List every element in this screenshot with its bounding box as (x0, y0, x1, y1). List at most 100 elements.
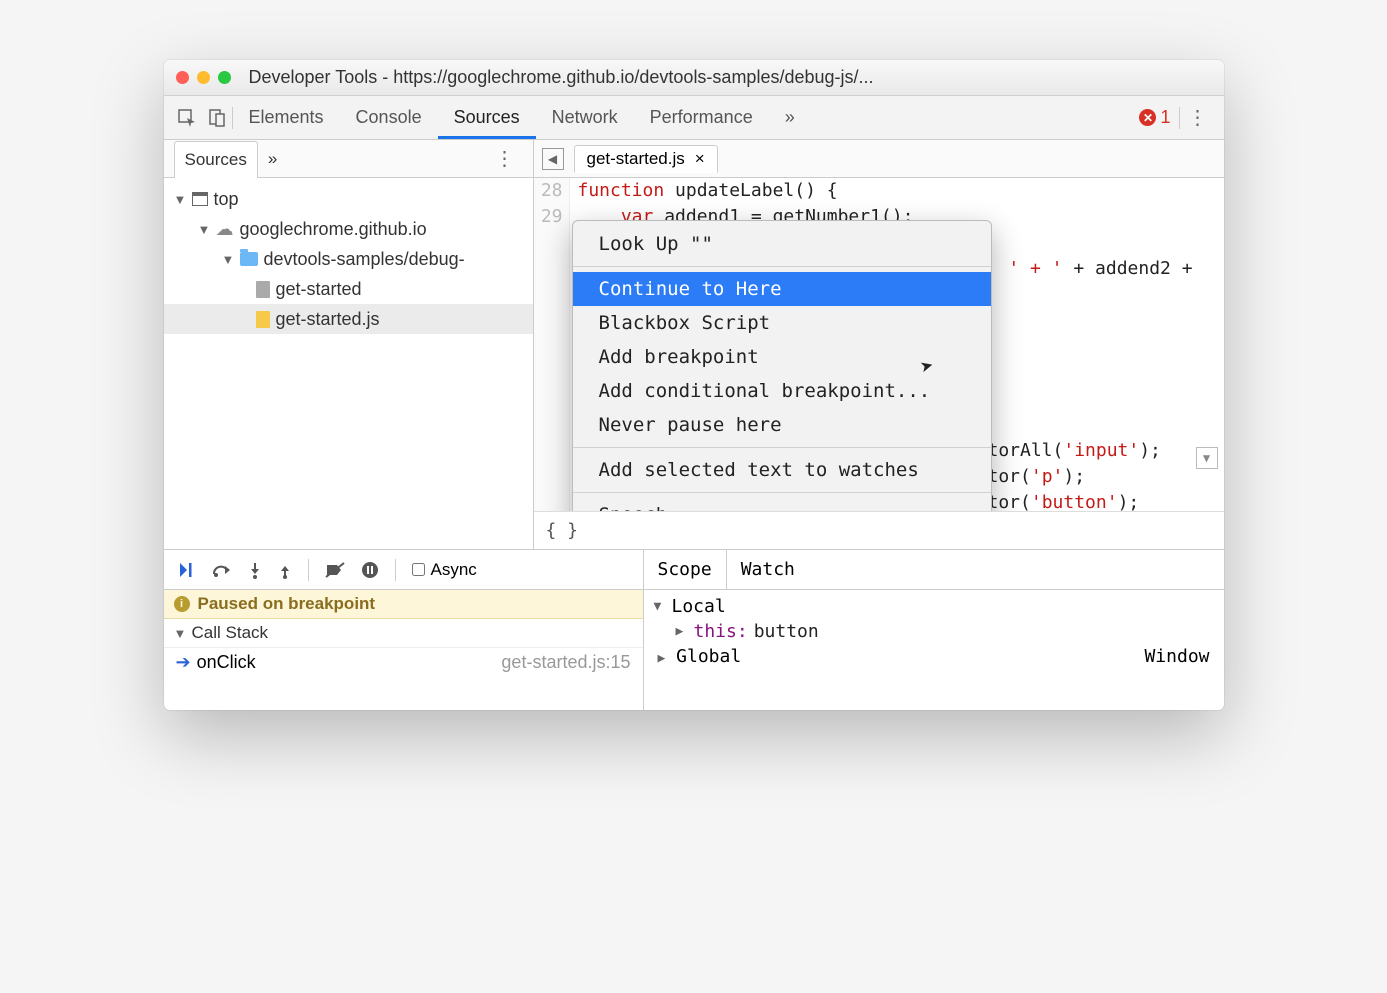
disclosure-triangle-icon[interactable]: ▼ (654, 599, 666, 614)
navigator-tab-sources[interactable]: Sources (174, 141, 258, 178)
scope-pane: Scope Watch ▼ Local ▶ this: button ▶ Glo… (644, 550, 1224, 710)
async-checkbox-input[interactable] (412, 563, 425, 576)
script-icon (256, 311, 270, 328)
window-controls (176, 71, 231, 84)
tab-console[interactable]: Console (340, 96, 438, 139)
disclosure-triangle-icon[interactable]: ▼ (174, 192, 186, 207)
global-value: Window (1144, 646, 1209, 667)
maximize-window-button[interactable] (218, 71, 231, 84)
disclosure-triangle-icon[interactable]: ▶ (676, 624, 688, 639)
tree-label: top (214, 189, 239, 210)
callstack-header[interactable]: ▼ Call Stack (164, 619, 643, 648)
tree-label: googlechrome.github.io (240, 219, 427, 240)
menu-separator (573, 447, 991, 448)
debugger-toolbar: Async (164, 550, 643, 590)
tab-scope[interactable]: Scope (644, 550, 727, 589)
document-icon (256, 281, 270, 298)
devtools-toolbar: Elements Console Sources Network Perform… (164, 96, 1224, 140)
line-number: 28 (534, 178, 563, 204)
tab-watch[interactable]: Watch (727, 550, 809, 589)
editor-tabbar: ◀ get-started.js × (534, 140, 1224, 178)
inspect-element-icon[interactable] (172, 103, 202, 133)
paused-banner: i Paused on breakpoint (164, 590, 643, 619)
scroll-corner-icon[interactable]: ▼ (1196, 447, 1218, 469)
frame-name: onClick (197, 652, 256, 672)
navigator-tabs: Sources » ⋮ (164, 140, 533, 178)
menu-separator (573, 266, 991, 267)
menu-item-lookup[interactable]: Look Up "" (573, 227, 991, 261)
navigator-tabs-overflow[interactable]: » (258, 140, 287, 177)
tree-folder[interactable]: ▼ devtools-samples/debug- (164, 244, 533, 274)
submenu-arrow-icon: ▶ (956, 507, 964, 511)
collapse-navigator-icon[interactable]: ◀ (542, 148, 564, 170)
async-label: Async (431, 560, 477, 580)
cloud-icon: ☁ (216, 219, 234, 240)
step-out-icon[interactable] (278, 561, 292, 579)
minimize-window-button[interactable] (197, 71, 210, 84)
error-indicator[interactable]: ✕ 1 (1139, 107, 1170, 128)
async-checkbox[interactable]: Async (412, 560, 477, 580)
menu-item-add-watch[interactable]: Add selected text to watches (573, 453, 991, 487)
menu-item-speech[interactable]: Speech▶ (573, 498, 991, 511)
more-options-icon[interactable]: ⋮ (1180, 105, 1216, 130)
close-window-button[interactable] (176, 71, 189, 84)
close-tab-icon[interactable]: × (695, 149, 705, 169)
resume-icon[interactable] (178, 561, 196, 579)
editor-file-tab[interactable]: get-started.js × (574, 145, 718, 173)
tree-label: get-started (276, 279, 362, 300)
file-tree: ▼ top ▼ ☁ googlechrome.github.io ▼ devto… (164, 178, 533, 549)
disclosure-triangle-icon[interactable]: ▼ (198, 222, 210, 237)
disclosure-triangle-icon: ▼ (174, 626, 186, 641)
current-frame-arrow-icon: ➔ (176, 652, 191, 672)
file-tab-name: get-started.js (587, 149, 685, 169)
menu-item-continue-here[interactable]: Continue to Here (573, 272, 991, 306)
disclosure-triangle-icon[interactable]: ▶ (658, 651, 666, 666)
disclosure-triangle-icon[interactable]: ▼ (222, 252, 234, 267)
tree-label: devtools-samples/debug- (264, 249, 465, 270)
line-gutter: 28 29 (534, 178, 570, 511)
menu-separator (573, 492, 991, 493)
code-editor[interactable]: 28 29 function updateLabel() { var adden… (534, 178, 1224, 511)
line-number: 29 (534, 204, 563, 230)
tab-elements[interactable]: Elements (233, 96, 340, 139)
scope-this[interactable]: ▶ this: button (654, 619, 1214, 644)
paused-message: Paused on breakpoint (198, 594, 376, 614)
frame-location: get-started.js:15 (501, 652, 630, 673)
menu-item-never-pause[interactable]: Never pause here (573, 408, 991, 442)
debugger-pane: Async i Paused on breakpoint ▼ Call Stac… (164, 550, 644, 710)
scope-tabs: Scope Watch (644, 550, 1224, 590)
devtools-window: Developer Tools - https://googlechrome.g… (164, 60, 1224, 710)
tree-label: get-started.js (276, 309, 380, 330)
callstack-frame[interactable]: ➔ onClick get-started.js:15 (164, 648, 643, 677)
tab-performance[interactable]: Performance (634, 96, 769, 139)
navigator-more-icon[interactable]: ⋮ (487, 146, 523, 171)
navigator-pane: Sources » ⋮ ▼ top ▼ ☁ googlechrome.githu… (164, 140, 534, 549)
scope-global[interactable]: ▶ Global Window (654, 644, 1214, 669)
window-title: Developer Tools - https://googlechrome.g… (249, 67, 1212, 88)
context-menu: Look Up "" Continue to Here Blackbox Scr… (572, 220, 992, 511)
menu-item-blackbox[interactable]: Blackbox Script (573, 306, 991, 340)
editor-pane: ◀ get-started.js × 28 29 function update… (534, 140, 1224, 549)
tab-network[interactable]: Network (536, 96, 634, 139)
deactivate-breakpoints-icon[interactable] (325, 562, 345, 578)
tree-file-html[interactable]: get-started (164, 274, 533, 304)
titlebar: Developer Tools - https://googlechrome.g… (164, 60, 1224, 96)
tree-domain[interactable]: ▼ ☁ googlechrome.github.io (164, 214, 533, 244)
tree-file-js[interactable]: get-started.js (164, 304, 533, 334)
pause-exceptions-icon[interactable] (361, 561, 379, 579)
tabs-overflow[interactable]: » (769, 96, 811, 139)
frame-icon (192, 192, 208, 206)
scope-local[interactable]: ▼ Local (654, 594, 1214, 619)
step-over-icon[interactable] (212, 562, 232, 578)
info-icon: i (174, 596, 190, 612)
device-mode-icon[interactable] (202, 103, 232, 133)
tree-top-frame[interactable]: ▼ top (164, 184, 533, 214)
error-icon: ✕ (1139, 109, 1156, 126)
separator (308, 559, 309, 581)
tab-sources[interactable]: Sources (438, 96, 536, 139)
separator (395, 559, 396, 581)
step-into-icon[interactable] (248, 561, 262, 579)
error-count: 1 (1160, 107, 1170, 128)
scope-body: ▼ Local ▶ this: button ▶ Global Window (644, 590, 1224, 710)
code-outline-bar[interactable]: { } (534, 511, 1224, 549)
